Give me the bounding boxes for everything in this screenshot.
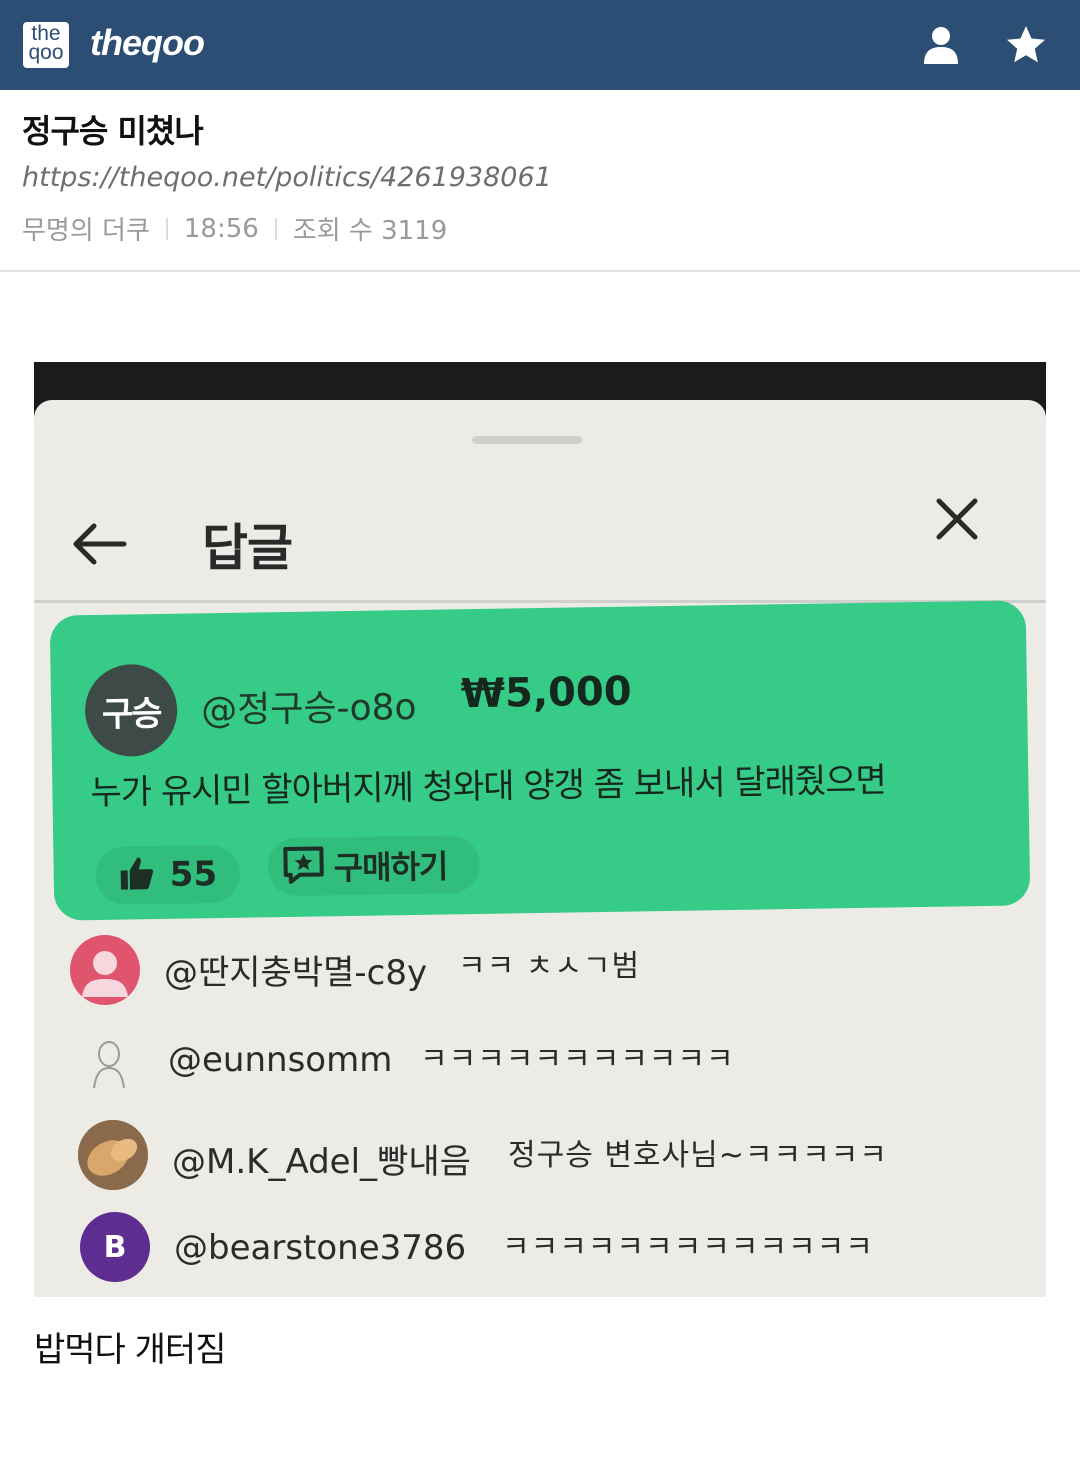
super-chat-avatar: 구승 <box>84 663 178 758</box>
sheet-title: 답글 <box>202 519 293 577</box>
super-chat-username: @정구승-o8o <box>200 686 417 732</box>
meta-separator <box>165 217 168 240</box>
top-bar: the qoo theqoo <box>0 0 1080 90</box>
post-url[interactable]: https://theqoo.net/politics/4261938061 <box>22 162 552 193</box>
like-count: 55 <box>169 854 218 895</box>
post-author: 무명의 더쿠 <box>22 216 150 246</box>
sketch-avatar-icon <box>74 1028 144 1098</box>
post-caption: 밥먹다 개터짐 <box>34 1330 226 1370</box>
letter-avatar: B <box>80 1212 150 1282</box>
comment-text: ㅋㅋㅋㅋㅋㅋㅋㅋㅋㅋㅋ <box>420 1042 735 1077</box>
comment-row: B @bearstone3786 ㅋㅋㅋㅋㅋㅋㅋㅋㅋㅋㅋㅋㅋ <box>34 1212 1046 1292</box>
comment-row: @딴지충박멸-c8y ㅋㅋ ㅊㅅㄱ범 <box>34 935 1046 1015</box>
comment-username: @딴지충박멸-c8y <box>164 953 428 993</box>
comment-username: @eunnsomm <box>168 1040 393 1080</box>
like-pill: 55 <box>95 844 241 905</box>
default-avatar-icon <box>70 935 140 1005</box>
meta-separator <box>274 217 277 240</box>
buy-label: 구매하기 <box>333 847 448 888</box>
comment-text: 정구승 변호사님~ㅋㅋㅋㅋㅋ <box>508 1138 888 1173</box>
header-divider <box>0 270 1080 272</box>
star-icon[interactable] <box>1005 24 1047 66</box>
food-photo-avatar-icon <box>78 1120 148 1190</box>
brand-name[interactable]: theqoo <box>90 22 205 64</box>
gift-chat-icon <box>281 844 326 889</box>
comment-username: @M.K_Adel_빵내음 <box>172 1142 471 1182</box>
user-icon[interactable] <box>920 24 962 66</box>
arrow-left-icon <box>70 520 128 568</box>
comment-row: @M.K_Adel_빵내음 정구승 변호사님~ㅋㅋㅋㅋㅋ <box>34 1120 1046 1200</box>
comment-text: ㅋㅋ ㅊㅅㄱ범 <box>458 949 641 984</box>
post-time: 18:56 <box>183 213 259 244</box>
post-image[interactable]: 답글 구승 @정구승-o8o ₩5,000 누가 유시민 할아버지께 청와대 양… <box>34 362 1046 1297</box>
comment-text: ㅋㅋㅋㅋㅋㅋㅋㅋㅋㅋㅋㅋㅋ <box>502 1230 874 1265</box>
comment-row: @eunnsomm ㅋㅋㅋㅋㅋㅋㅋㅋㅋㅋㅋ <box>34 1020 1046 1100</box>
buy-pill: 구매하기 <box>267 834 481 897</box>
reply-sheet: 답글 구승 @정구승-o8o ₩5,000 누가 유시민 할아버지께 청와대 양… <box>34 400 1046 1297</box>
sheet-handle <box>472 436 582 444</box>
super-chat-amount: ₩5,000 <box>460 668 632 718</box>
comment-username: @bearstone3786 <box>174 1228 467 1268</box>
close-icon <box>934 496 980 542</box>
super-chat-message: 누가 유시민 할아버지께 청와대 양갱 좀 보내서 달래줬으면 <box>90 760 887 814</box>
logo[interactable]: the qoo <box>23 22 69 68</box>
thumbs-up-icon <box>117 854 156 897</box>
logo-line-2: qoo <box>28 41 64 64</box>
post-meta: 무명의 더쿠 18:56 조회 수 3119 <box>22 210 447 247</box>
post-views: 조회 수 3119 <box>292 216 448 246</box>
super-chat-card: 구승 @정구승-o8o ₩5,000 누가 유시민 할아버지께 청와대 양갱 좀… <box>49 600 1031 921</box>
post-title: 정구승 미쳤나 <box>22 112 204 150</box>
